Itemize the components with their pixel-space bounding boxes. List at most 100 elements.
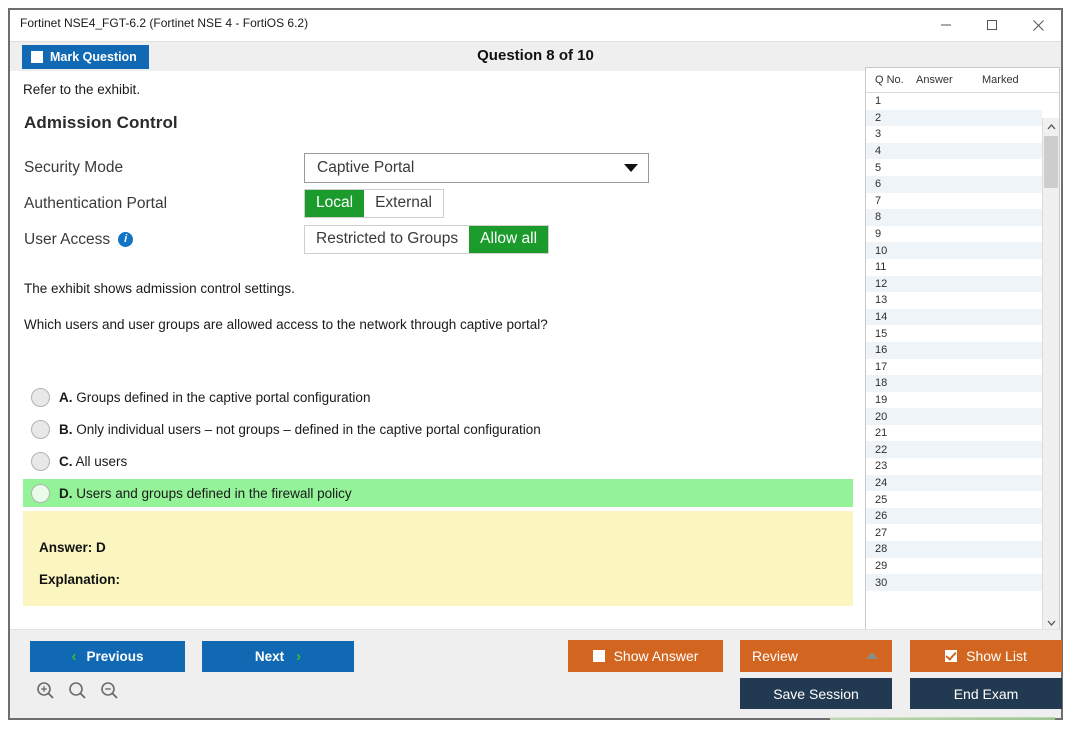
question-list-row[interactable]: 3 — [866, 126, 1042, 143]
question-list-row[interactable]: 7 — [866, 193, 1042, 210]
previous-button[interactable]: ‹ Previous — [30, 641, 185, 672]
exhibit-heading: Admission Control — [24, 113, 664, 133]
question-number-cell: 7 — [866, 195, 916, 207]
zoom-out-icon[interactable] — [100, 681, 119, 700]
question-number-cell: 13 — [866, 294, 916, 306]
security-mode-select[interactable]: Captive Portal — [304, 153, 649, 183]
question-list-row[interactable]: 22 — [866, 441, 1042, 458]
radio-icon[interactable] — [31, 452, 50, 471]
chevron-up-icon[interactable] — [1043, 118, 1059, 135]
question-number-cell: 1 — [866, 95, 916, 107]
question-list-row[interactable]: 29 — [866, 558, 1042, 575]
authentication-portal-segmented-control: Local External — [304, 189, 444, 218]
radio-icon[interactable] — [31, 420, 50, 439]
question-number-cell: 5 — [866, 162, 916, 174]
answer-explanation-box: Answer: D Explanation: — [23, 511, 853, 606]
user-access-option-restricted-to-groups[interactable]: Restricted to Groups — [305, 226, 469, 253]
answer-option-c[interactable]: C. All users — [23, 447, 853, 475]
close-icon[interactable] — [1015, 10, 1061, 40]
show-answer-checkbox-icon[interactable] — [593, 650, 605, 662]
radio-icon[interactable] — [31, 484, 50, 503]
answer-option-d[interactable]: D. Users and groups defined in the firew… — [23, 479, 853, 507]
question-list-row[interactable]: 5 — [866, 159, 1042, 176]
question-list-row[interactable]: 19 — [866, 392, 1042, 409]
refer-to-exhibit-text: Refer to the exhibit. — [23, 82, 140, 97]
question-number-cell: 15 — [866, 328, 916, 340]
answer-option-a[interactable]: A. Groups defined in the captive portal … — [23, 383, 853, 411]
question-list-row[interactable]: 30 — [866, 574, 1042, 591]
auth-portal-option-local[interactable]: Local — [305, 190, 364, 217]
question-number-cell: 29 — [866, 560, 916, 572]
scrollbar-thumb[interactable] — [1044, 136, 1058, 188]
window-controls — [923, 10, 1061, 40]
question-number-cell: 11 — [866, 261, 916, 273]
question-number-cell: 17 — [866, 361, 916, 373]
info-icon[interactable]: i — [118, 232, 133, 247]
question-list-row[interactable]: 20 — [866, 408, 1042, 425]
question-list-row[interactable]: 2 — [866, 110, 1042, 127]
question-list-scrollbar[interactable] — [1042, 118, 1059, 631]
question-number-cell: 30 — [866, 577, 916, 589]
question-list-row[interactable]: 15 — [866, 325, 1042, 342]
save-session-button[interactable]: Save Session — [740, 678, 892, 709]
show-answer-button[interactable]: Show Answer — [568, 640, 723, 672]
question-list-row[interactable]: 9 — [866, 226, 1042, 243]
answer-option-a-text: A. Groups defined in the captive portal … — [59, 390, 370, 405]
question-list-row[interactable]: 26 — [866, 508, 1042, 525]
previous-label: Previous — [86, 649, 143, 664]
question-list-row[interactable]: 21 — [866, 425, 1042, 442]
chevron-up-icon[interactable] — [866, 652, 878, 659]
auth-portal-option-external[interactable]: External — [364, 190, 443, 217]
question-number-cell: 28 — [866, 543, 916, 555]
chevron-down-icon[interactable] — [624, 164, 638, 172]
show-list-checkbox-icon[interactable] — [945, 650, 957, 662]
question-list-row[interactable]: 18 — [866, 375, 1042, 392]
question-stem: The exhibit shows admission control sett… — [24, 281, 824, 353]
zoom-controls — [36, 681, 119, 700]
next-button[interactable]: Next › — [202, 641, 354, 672]
answer-option-b[interactable]: B. Only individual users – not groups – … — [23, 415, 853, 443]
question-list-row[interactable]: 12 — [866, 276, 1042, 293]
question-list-row[interactable]: 1 — [866, 93, 1042, 110]
review-dropdown-button[interactable]: Review — [740, 640, 892, 672]
question-number-cell: 20 — [866, 411, 916, 423]
zoom-reset-icon[interactable] — [68, 681, 87, 700]
question-list-row[interactable]: 25 — [866, 491, 1042, 508]
question-list-row[interactable]: 4 — [866, 143, 1042, 160]
question-pane: Refer to the exhibit. Admission Control … — [10, 71, 853, 630]
show-list-button[interactable]: Show List — [910, 640, 1062, 672]
question-list-row[interactable]: 16 — [866, 342, 1042, 359]
question-number-cell: 24 — [866, 477, 916, 489]
user-access-label: User Access i — [24, 231, 304, 249]
maximize-icon[interactable] — [969, 10, 1015, 40]
exhibit-row-authentication-portal: Authentication Portal Local External — [24, 187, 664, 220]
question-list-row[interactable]: 14 — [866, 309, 1042, 326]
answer-line: Answer: D — [39, 540, 106, 555]
question-list-row[interactable]: 28 — [866, 541, 1042, 558]
question-stem-line-2: Which users and user groups are allowed … — [24, 317, 824, 332]
question-list-row[interactable]: 27 — [866, 524, 1042, 541]
question-list-row[interactable]: 13 — [866, 292, 1042, 309]
question-list-row[interactable]: 6 — [866, 176, 1042, 193]
question-number-cell: 6 — [866, 178, 916, 190]
zoom-in-icon[interactable] — [36, 681, 55, 700]
authentication-portal-label: Authentication Portal — [24, 195, 304, 213]
exhibit-panel: Admission Control Security Mode Captive … — [24, 113, 664, 259]
end-exam-button[interactable]: End Exam — [910, 678, 1062, 709]
question-number-cell: 27 — [866, 527, 916, 539]
radio-icon[interactable] — [31, 388, 50, 407]
question-list-row[interactable]: 24 — [866, 475, 1042, 492]
minimize-icon[interactable] — [923, 10, 969, 40]
question-list-row[interactable]: 17 — [866, 359, 1042, 376]
question-list-row[interactable]: 23 — [866, 458, 1042, 475]
question-list-row[interactable]: 10 — [866, 242, 1042, 259]
question-list-row[interactable]: 8 — [866, 209, 1042, 226]
question-number-cell: 4 — [866, 145, 916, 157]
question-number-cell: 21 — [866, 427, 916, 439]
review-label: Review — [752, 648, 798, 664]
user-access-option-allow-all[interactable]: Allow all — [469, 226, 548, 253]
title-bar: Fortinet NSE4_FGT-6.2 (Fortinet NSE 4 - … — [10, 10, 1061, 41]
answer-option-b-text: B. Only individual users – not groups – … — [59, 422, 541, 437]
question-list-header: Q No. Answer Marked — [866, 68, 1059, 93]
question-list-row[interactable]: 11 — [866, 259, 1042, 276]
